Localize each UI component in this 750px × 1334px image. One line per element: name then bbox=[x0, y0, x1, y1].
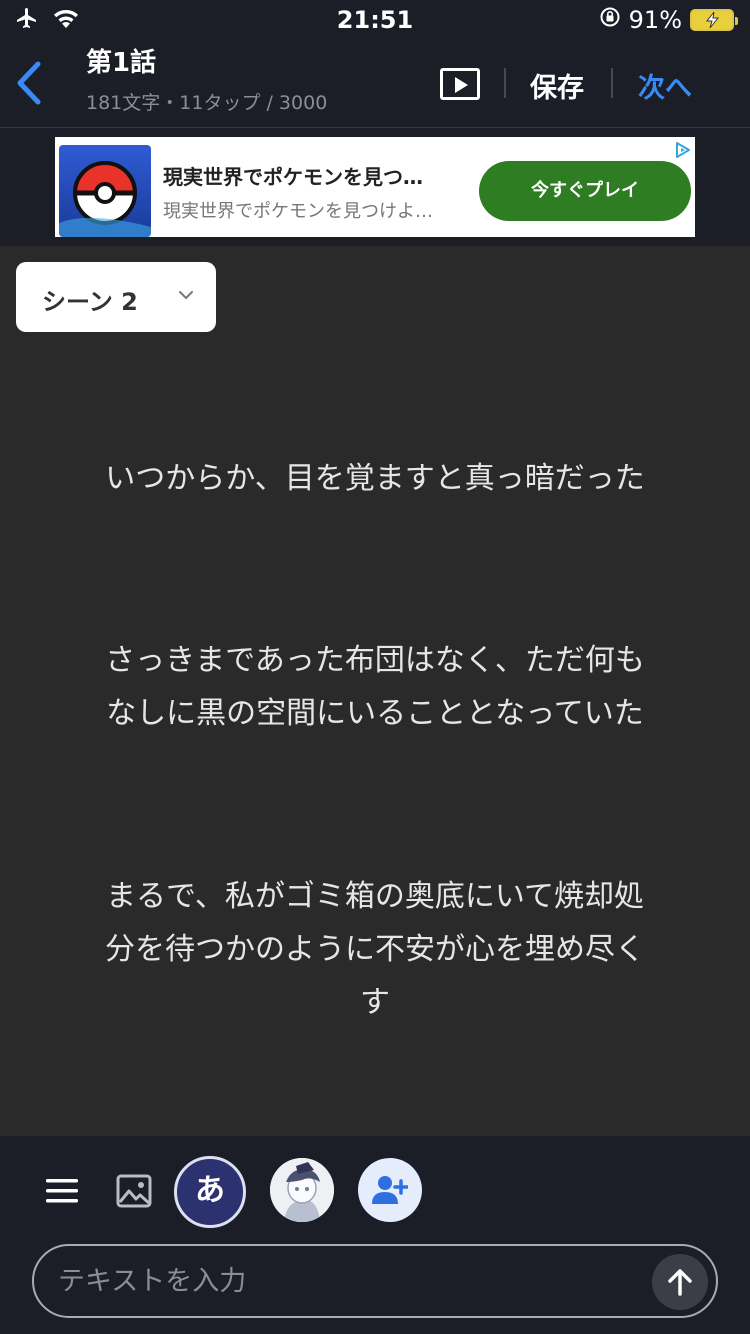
text-input-container bbox=[32, 1244, 718, 1318]
editor-header: 第1話 181文字・11タップ / 3000 保存 次へ bbox=[0, 40, 750, 128]
narration-character-button[interactable]: あ bbox=[174, 1156, 246, 1228]
story-paragraph[interactable]: まるで、私がゴミ箱の奥底にいて焼却処 分を待つかのように不安が心を埋め尽く す bbox=[0, 870, 750, 1029]
episode-info: 第1話 181文字・11タップ / 3000 bbox=[86, 48, 327, 115]
ad-description: 現実世界でポケモンを見つけよ… bbox=[163, 201, 433, 222]
adchoices-icon[interactable] bbox=[673, 140, 693, 164]
chevron-down-icon bbox=[179, 291, 193, 300]
send-button[interactable] bbox=[652, 1254, 708, 1310]
next-button[interactable]: 次へ bbox=[638, 66, 692, 105]
add-character-button[interactable] bbox=[358, 1158, 422, 1222]
story-line: まるで、私がゴミ箱の奥底にいて焼却処 bbox=[106, 879, 644, 914]
battery-percent: 91% bbox=[628, 6, 682, 34]
divider bbox=[504, 68, 506, 98]
ad-title: 現実世界でポケモンを見つ… bbox=[163, 165, 423, 189]
ad-app-icon bbox=[59, 145, 151, 237]
episode-title: 第1話 bbox=[86, 48, 157, 78]
play-icon bbox=[455, 77, 468, 93]
scene-label: シーン 2 bbox=[42, 288, 138, 316]
story-line: す bbox=[360, 985, 390, 1020]
story-paragraph[interactable]: さっきまであった布団はなく、ただ何も なしに黒の空間にいることとなっていた bbox=[0, 634, 750, 740]
preview-play-button[interactable] bbox=[440, 68, 480, 100]
character-avatar[interactable] bbox=[270, 1158, 334, 1222]
image-icon[interactable] bbox=[116, 1174, 152, 1208]
rotation-lock-icon bbox=[599, 6, 621, 34]
menu-icon[interactable] bbox=[46, 1178, 78, 1204]
ad-area: 現実世界でポケモンを見つ… 現実世界でポケモンを見つけよ… 今すぐプレイ bbox=[0, 128, 750, 246]
story-line: いつからか、目を覚ますと真っ暗だった bbox=[105, 461, 645, 496]
episode-stats: 181文字・11タップ / 3000 bbox=[86, 92, 328, 114]
ad-cta-button[interactable]: 今すぐプレイ bbox=[479, 161, 691, 221]
story-paragraph[interactable]: いつからか、目を覚ますと真っ暗だった bbox=[0, 452, 750, 505]
send-arrow-icon bbox=[668, 1269, 692, 1296]
add-user-icon bbox=[372, 1176, 408, 1204]
bottom-toolbar: あ bbox=[0, 1136, 750, 1334]
back-button[interactable] bbox=[14, 60, 48, 108]
story-line: さっきまであった布団はなく、ただ何も bbox=[105, 643, 645, 678]
save-button[interactable]: 保存 bbox=[530, 66, 584, 105]
divider bbox=[611, 68, 613, 98]
status-bar: 21:51 91% bbox=[0, 0, 750, 40]
battery-charging-icon bbox=[690, 9, 738, 31]
ad-banner[interactable]: 現実世界でポケモンを見つ… 現実世界でポケモンを見つけよ… 今すぐプレイ bbox=[55, 137, 695, 237]
back-chevron-icon bbox=[17, 61, 41, 105]
scene-selector[interactable]: シーン 2 bbox=[16, 262, 216, 332]
story-canvas[interactable]: シーン 2 いつからか、目を覚ますと真っ暗だった さっきまであった布団はなく、た… bbox=[0, 246, 750, 1136]
story-line: 分を待つかのように不安が心を埋め尽く bbox=[105, 932, 645, 967]
story-line: なしに黒の空間にいることとなっていた bbox=[106, 696, 644, 731]
text-input[interactable] bbox=[58, 1258, 618, 1304]
